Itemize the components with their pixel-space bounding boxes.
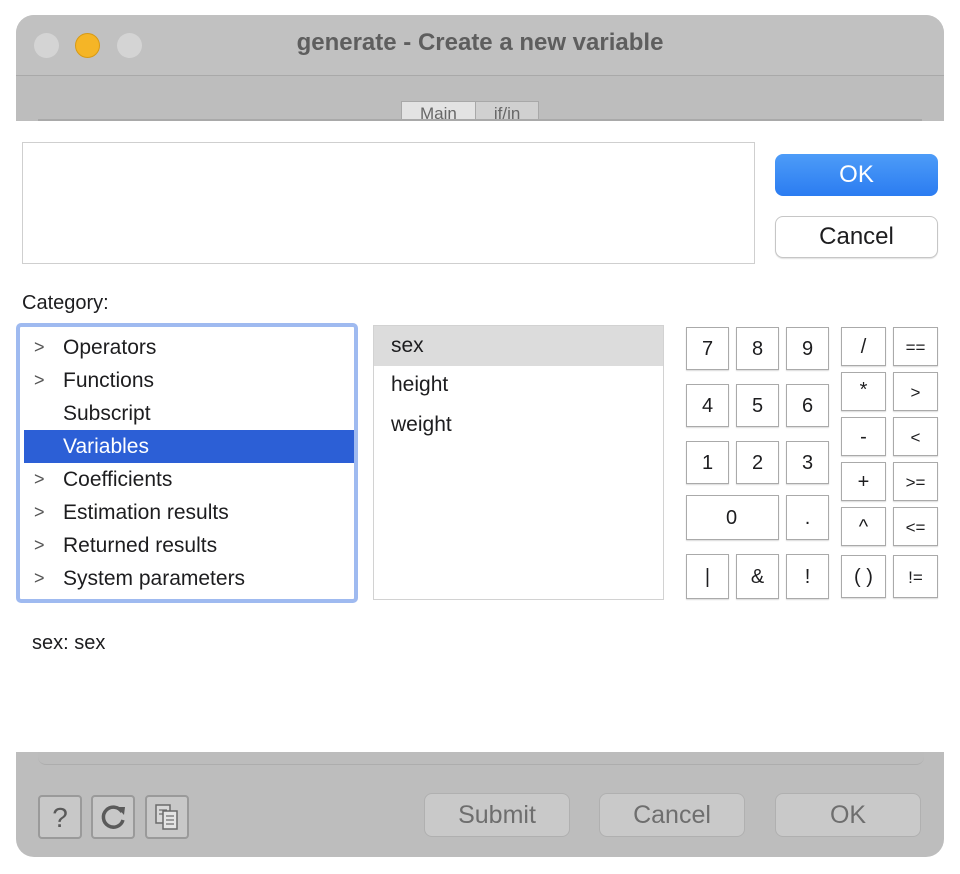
- submit-button[interactable]: Submit: [424, 793, 570, 837]
- key-not-equal[interactable]: !=: [893, 555, 938, 598]
- variable-item-sex[interactable]: sex: [374, 326, 663, 366]
- chevron-right-icon: >: [34, 568, 45, 588]
- category-item-label: Operators: [63, 336, 157, 359]
- category-item-label: Coefficients: [63, 468, 173, 491]
- category-item-functions[interactable]: > Functions: [24, 364, 354, 397]
- key-3[interactable]: 3: [786, 441, 829, 484]
- key-less-than[interactable]: <: [893, 417, 938, 456]
- category-item-label: System parameters: [63, 567, 246, 590]
- svg-text:?: ?: [52, 803, 68, 831]
- key-5[interactable]: 5: [736, 384, 779, 427]
- category-item-label: Functions: [63, 369, 155, 392]
- variable-item-weight[interactable]: weight: [374, 405, 663, 445]
- key-less-equal[interactable]: <=: [893, 507, 938, 546]
- footer-ok-button[interactable]: OK: [775, 793, 921, 837]
- key-1[interactable]: 1: [686, 441, 729, 484]
- category-item-subscript[interactable]: Subscript: [24, 397, 354, 430]
- category-item-variables[interactable]: Variables: [24, 430, 354, 463]
- footer-cancel-button[interactable]: Cancel: [599, 793, 745, 837]
- cancel-button[interactable]: Cancel: [775, 216, 938, 258]
- category-item-label: Subscript: [63, 402, 151, 425]
- variable-item-label: height: [391, 373, 449, 396]
- variable-list[interactable]: sex height weight: [373, 325, 664, 600]
- category-item-returned-results[interactable]: > Returned results: [24, 529, 354, 562]
- chevron-right-icon: >: [34, 370, 45, 390]
- category-item-label: Estimation results: [63, 501, 229, 524]
- key-7[interactable]: 7: [686, 327, 729, 370]
- key-2[interactable]: 2: [736, 441, 779, 484]
- key-9[interactable]: 9: [786, 327, 829, 370]
- key-parentheses[interactable]: ( ): [841, 555, 886, 598]
- category-list[interactable]: > Operators > Functions Subscript Variab…: [16, 323, 358, 603]
- key-minus[interactable]: -: [841, 417, 886, 456]
- refresh-icon: [101, 805, 125, 829]
- key-greater-than[interactable]: >: [893, 372, 938, 411]
- reset-button[interactable]: [91, 795, 135, 839]
- help-button[interactable]: ?: [38, 795, 82, 839]
- question-mark-icon: ?: [52, 803, 68, 831]
- key-power[interactable]: ^: [841, 507, 886, 546]
- category-item-label: Variables: [63, 435, 149, 458]
- key-4[interactable]: 4: [686, 384, 729, 427]
- chevron-right-icon: >: [34, 337, 45, 357]
- variable-item-label: weight: [391, 413, 452, 436]
- key-divide[interactable]: /: [841, 327, 886, 366]
- chevron-right-icon: >: [34, 502, 45, 522]
- tab-panel-bottom-edge: [38, 752, 924, 765]
- category-item-system-parameters[interactable]: > System parameters: [24, 562, 354, 595]
- key-and[interactable]: &: [736, 554, 779, 599]
- variable-item-height[interactable]: height: [374, 365, 663, 405]
- category-item-operators[interactable]: > Operators: [24, 331, 354, 364]
- category-item-coefficients[interactable]: > Coefficients: [24, 463, 354, 496]
- key-not[interactable]: !: [786, 554, 829, 599]
- copy-command-icon: [155, 804, 178, 830]
- key-multiply[interactable]: *: [841, 372, 886, 411]
- key-8[interactable]: 8: [736, 327, 779, 370]
- window-title: generate - Create a new variable: [296, 29, 664, 56]
- category-label: Category:: [22, 292, 109, 314]
- title-bar: generate - Create a new variable: [16, 15, 944, 76]
- key-6[interactable]: 6: [786, 384, 829, 427]
- category-item-estimation-results[interactable]: > Estimation results: [24, 496, 354, 529]
- key-decimal[interactable]: .: [786, 495, 829, 540]
- expression-input[interactable]: [22, 142, 755, 264]
- ok-button[interactable]: OK: [775, 154, 938, 196]
- key-plus[interactable]: +: [841, 462, 886, 501]
- expression-builder-sheet: OK Cancel Category: > Operators > Functi…: [0, 121, 960, 752]
- key-or[interactable]: |: [686, 554, 729, 599]
- selection-description: sex: sex: [32, 632, 106, 654]
- key-0[interactable]: 0: [686, 495, 779, 540]
- tab-bar: Main if/in: [401, 101, 540, 123]
- chevron-right-icon: >: [34, 469, 45, 489]
- variable-item-label: sex: [391, 334, 424, 357]
- key-equal[interactable]: ==: [893, 327, 938, 366]
- category-item-label: Returned results: [63, 534, 218, 557]
- key-greater-equal[interactable]: >=: [893, 462, 938, 501]
- copy-command-button[interactable]: [145, 795, 189, 839]
- chevron-right-icon: >: [34, 535, 45, 555]
